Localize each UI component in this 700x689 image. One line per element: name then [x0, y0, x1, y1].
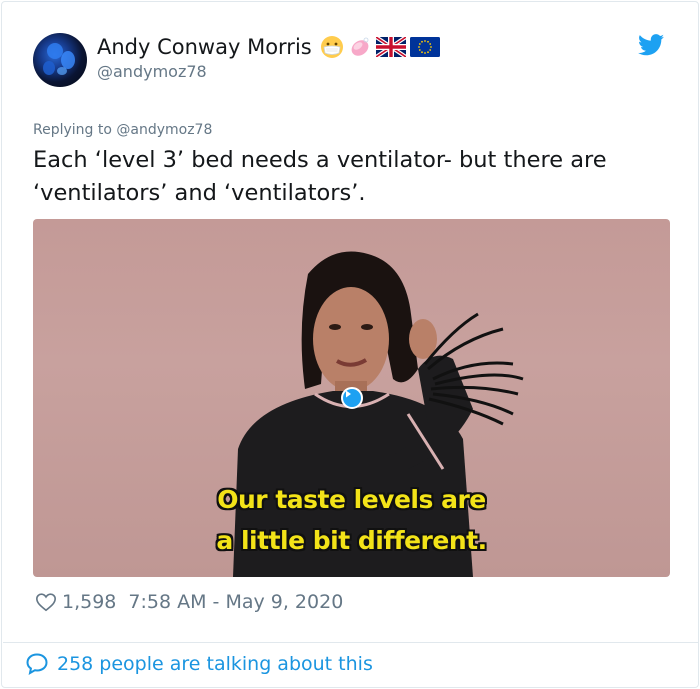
soap-icon: [351, 37, 369, 56]
gif-caption-line2: a little bit different.: [216, 526, 487, 555]
tweet-card: Andy Conway Morris @andymoz78 Replying t…: [1, 1, 699, 688]
name-row: Andy Conway Morris: [97, 35, 440, 59]
conversation-link[interactable]: 258 people are talking about this: [25, 652, 373, 676]
footer-divider: [3, 642, 699, 643]
speech-bubble-icon: [26, 653, 48, 675]
tweet-meta: 1,598 7:58 AM - May 9, 2020: [35, 591, 343, 613]
face-with-medical-mask-icon: [320, 36, 343, 58]
name-emoji-row: [320, 35, 440, 59]
avatar[interactable]: [33, 33, 87, 87]
tweet-timestamp[interactable]: 7:58 AM - May 9, 2020: [128, 591, 343, 613]
heart-icon[interactable]: [35, 591, 57, 613]
like-count[interactable]: 1,598: [62, 591, 116, 613]
tweet-text: Each ‘level 3’ bed needs a ventilator- b…: [33, 147, 607, 206]
twitter-bird-icon[interactable]: [638, 34, 664, 56]
talking-count-text: 258 people are talking about this: [57, 653, 373, 675]
tweet-media-gif[interactable]: Our taste levels are a little bit differ…: [33, 219, 670, 577]
tweet-header: Andy Conway Morris @andymoz78: [33, 32, 668, 88]
user-handle[interactable]: @andymoz78: [97, 62, 207, 81]
replying-to[interactable]: Replying to @andymoz78: [33, 122, 212, 138]
flag-european-union-icon: [409, 37, 440, 57]
play-icon[interactable]: [341, 387, 363, 409]
gif-caption-line1: Our taste levels are: [217, 485, 486, 514]
flag-united-kingdom-icon: [375, 37, 406, 57]
display-name[interactable]: Andy Conway Morris: [97, 35, 312, 59]
